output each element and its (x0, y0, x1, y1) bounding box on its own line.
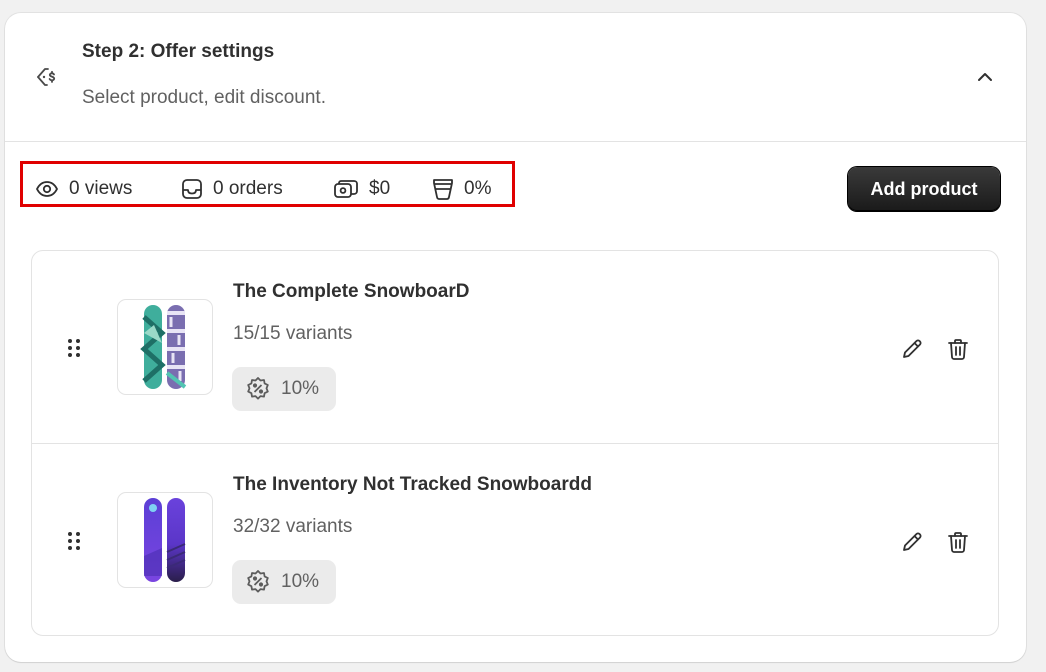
product-variants: 15/15 variants (233, 323, 353, 344)
revenue-stat: $0 (333, 175, 390, 203)
product-thumbnail (117, 299, 213, 395)
snowboard-teal-image (140, 305, 187, 389)
drag-handle-icon[interactable] (64, 337, 84, 359)
trash-icon (948, 532, 968, 553)
offer-settings-card: Step 2: Offer settings Select product, e… (5, 13, 1026, 662)
eye-icon (35, 181, 59, 197)
drag-handle-icon[interactable] (64, 530, 84, 552)
revenue-amount: $0 (369, 178, 391, 199)
product-variants: 32/32 variants (233, 516, 353, 537)
snowboard-purple-image (144, 498, 186, 582)
discount-badge[interactable]: 10% (232, 560, 336, 604)
product-name: The Complete SnowboarD (233, 281, 470, 302)
trash-icon (948, 339, 968, 360)
funnel-icon (433, 179, 453, 200)
product-list: The Complete SnowboarD 15/15 variants 10… (31, 250, 999, 636)
edit-product-button[interactable] (898, 528, 926, 556)
views-count: 0 views (69, 178, 133, 199)
inbox-icon (182, 179, 202, 199)
product-row: The Inventory Not Tracked Snowboardd 32/… (32, 444, 998, 636)
collapse-button[interactable] (971, 63, 999, 91)
product-thumbnail (117, 492, 213, 588)
product-row: The Complete SnowboarD 15/15 variants 10… (32, 251, 998, 444)
discount-icon (247, 377, 269, 400)
orders-stat: 0 orders (181, 175, 283, 203)
conversion-rate: 0% (464, 178, 492, 199)
discount-value: 10% (281, 571, 320, 592)
delete-product-button[interactable] (944, 335, 972, 363)
conversion-stat: 0% (432, 175, 491, 203)
chevron-up-icon (978, 73, 992, 81)
offer-settings-header[interactable]: Step 2: Offer settings Select product, e… (5, 13, 1026, 142)
product-name: The Inventory Not Tracked Snowboardd (233, 474, 592, 495)
page-title: Step 2: Offer settings (82, 41, 275, 62)
delete-product-button[interactable] (944, 528, 972, 556)
discount-icon (247, 570, 269, 593)
orders-count: 0 orders (213, 178, 283, 199)
add-product-button[interactable]: Add product (848, 167, 1000, 211)
discount-tag-icon (35, 65, 59, 89)
edit-product-button[interactable] (898, 335, 926, 363)
page-subtitle: Select product, edit discount. (82, 87, 326, 108)
discount-value: 10% (281, 378, 320, 399)
discount-badge[interactable]: 10% (232, 367, 336, 411)
pencil-icon (903, 532, 922, 551)
cash-icon (334, 180, 358, 198)
pencil-icon (903, 339, 922, 358)
views-stat: 0 views (35, 175, 132, 203)
